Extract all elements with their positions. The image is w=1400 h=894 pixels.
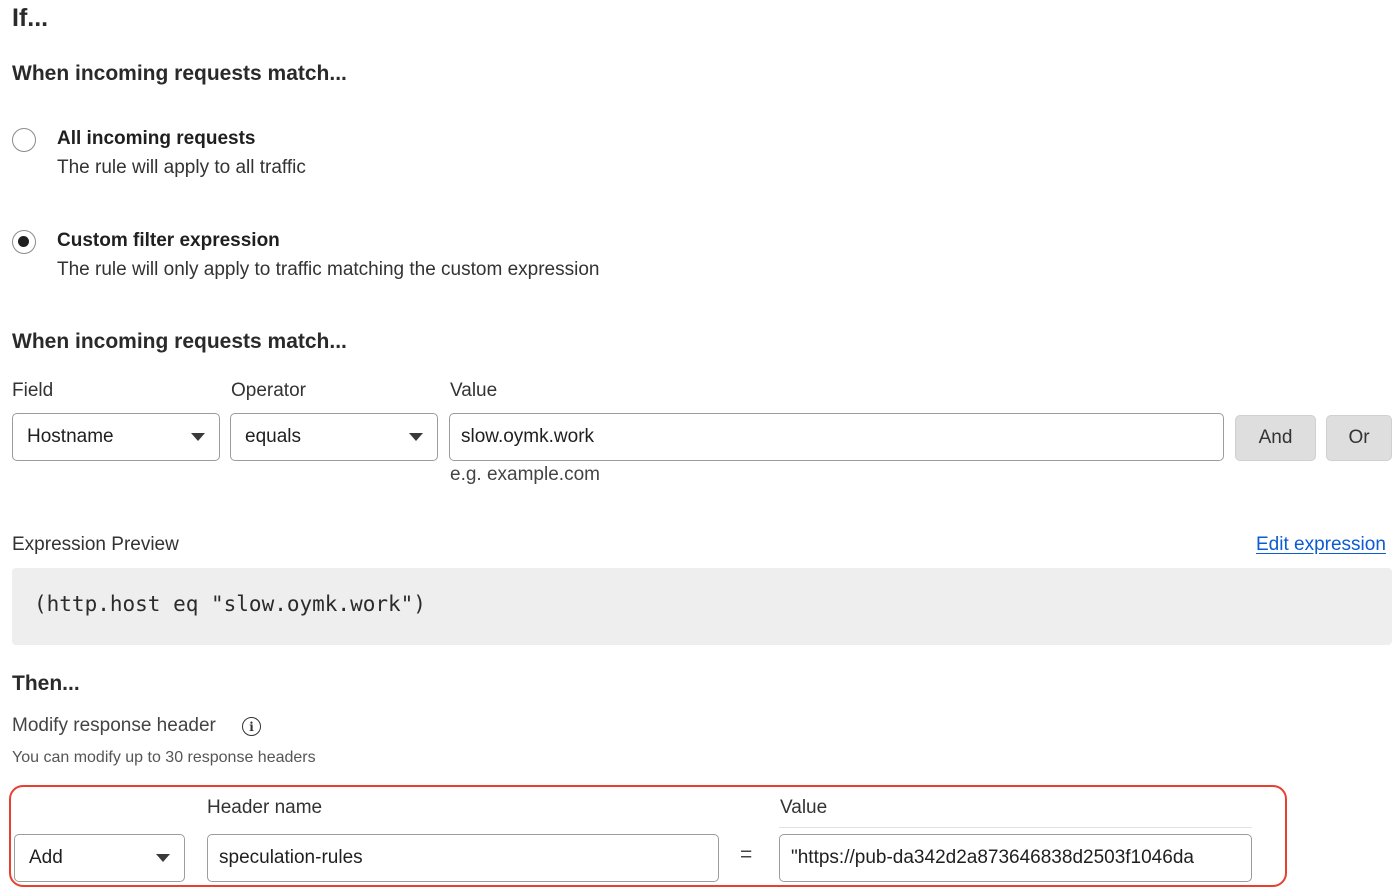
value-input-text: slow.oymk.work [461, 426, 595, 447]
then-heading: Then... [12, 672, 80, 695]
field-label: Field [12, 380, 54, 401]
option-custom-title: Custom filter expression [57, 230, 280, 251]
operator-select[interactable]: equals [230, 413, 438, 461]
header-action-select[interactable]: Add [14, 834, 185, 882]
field-select[interactable]: Hostname [12, 413, 220, 461]
radio-all-requests[interactable] [12, 128, 36, 152]
header-action-value: Add [29, 847, 63, 868]
value-divider [779, 827, 1252, 828]
info-icon[interactable]: i [242, 717, 261, 736]
header-value-input[interactable]: "https://pub-da342d2a873646838d2503f1046… [779, 834, 1252, 882]
header-name-label: Header name [207, 797, 323, 818]
and-button[interactable]: And [1235, 415, 1316, 461]
chevron-down-icon [156, 854, 170, 862]
header-name-input[interactable]: speculation-rules [207, 834, 719, 882]
field-select-value: Hostname [27, 426, 114, 447]
edit-expression-link[interactable]: Edit expression [1256, 534, 1386, 556]
chevron-down-icon [409, 433, 423, 441]
match-heading-filter: When incoming requests match... [12, 330, 347, 353]
equals-sign: = [740, 843, 753, 866]
expression-preview-code: (http.host eq "slow.oymk.work") [34, 592, 426, 616]
response-header-limit-note: You can modify up to 30 response headers [12, 749, 316, 766]
modify-response-header-label: Modify response header [12, 715, 216, 736]
expression-preview-label: Expression Preview [12, 534, 179, 555]
operator-select-value: equals [245, 426, 301, 447]
match-heading-top: When incoming requests match... [12, 62, 347, 85]
if-heading: If... [12, 4, 49, 32]
operator-label: Operator [231, 380, 306, 401]
option-custom-description: The rule will only apply to traffic matc… [57, 259, 600, 280]
header-value-label: Value [780, 797, 828, 818]
value-label: Value [450, 380, 498, 401]
radio-custom-filter[interactable] [12, 230, 36, 254]
option-all-title: All incoming requests [57, 128, 256, 149]
value-input[interactable]: slow.oymk.work [449, 413, 1224, 461]
value-hint: e.g. example.com [450, 464, 600, 485]
header-name-input-text: speculation-rules [219, 847, 363, 868]
chevron-down-icon [191, 433, 205, 441]
option-all-description: The rule will apply to all traffic [57, 157, 306, 178]
header-value-input-text: "https://pub-da342d2a873646838d2503f1046… [791, 847, 1194, 868]
or-button[interactable]: Or [1326, 415, 1392, 461]
